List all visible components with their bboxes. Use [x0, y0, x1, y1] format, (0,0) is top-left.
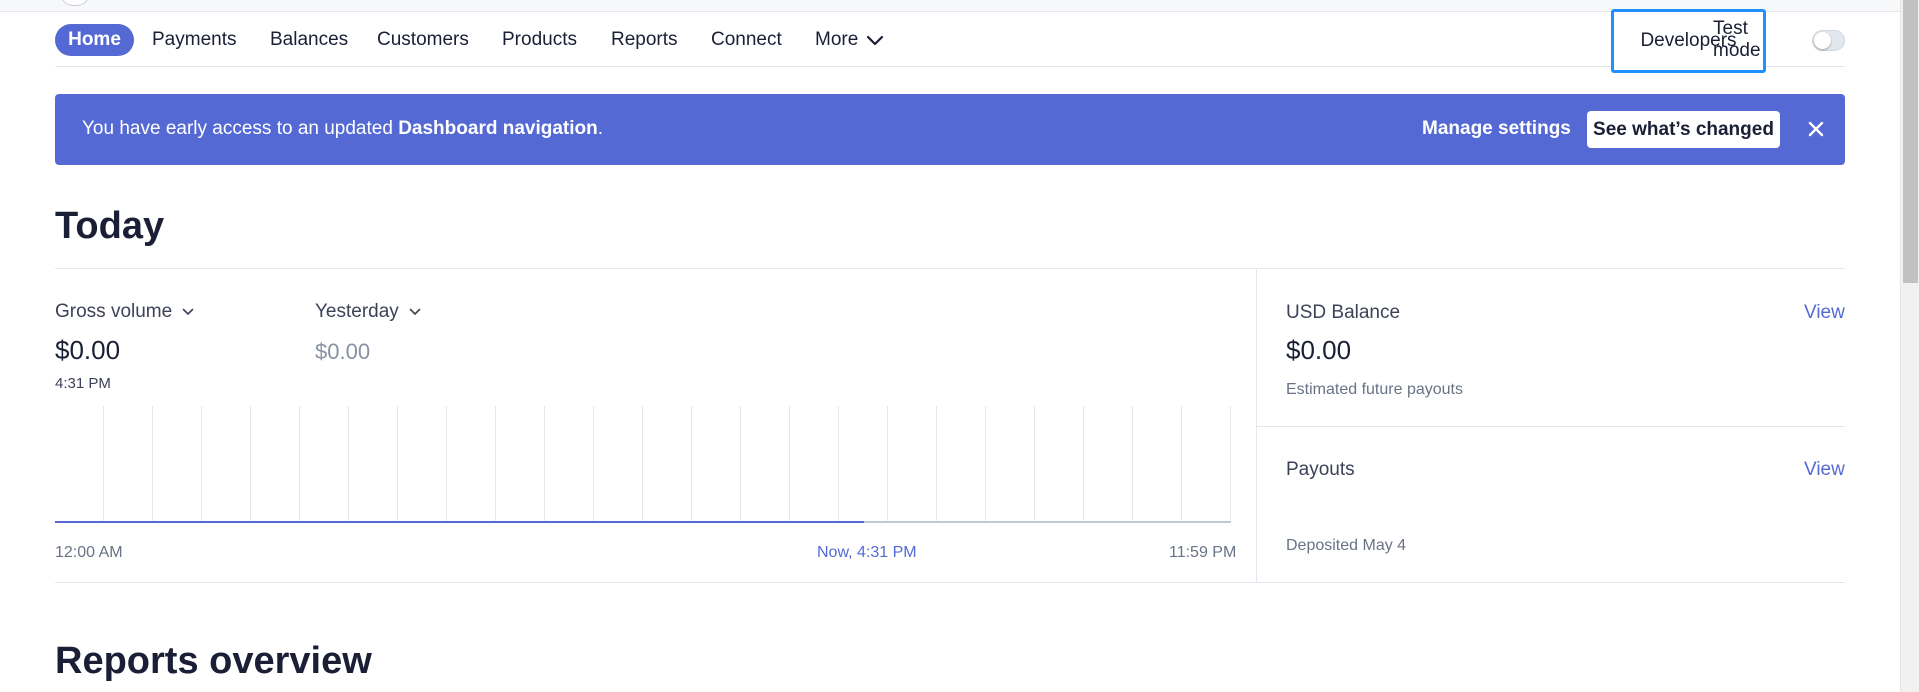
yesterday-value: $0.00	[315, 339, 371, 364]
divider	[55, 582, 1845, 583]
compare-selector-label: Yesterday	[315, 301, 399, 322]
nav-balances[interactable]: Balances	[270, 29, 348, 51]
compare-selector[interactable]: Yesterday	[315, 301, 421, 323]
close-icon[interactable]	[1807, 120, 1825, 138]
chart-axis-end: 11:59 PM	[1169, 544, 1237, 561]
divider	[1256, 426, 1845, 427]
nav-more[interactable]: More	[815, 29, 884, 51]
nav-products[interactable]: Products	[502, 29, 577, 51]
metric-selector-label: Gross volume	[55, 301, 173, 322]
banner-message: You have early access to an updated Dash…	[82, 118, 603, 140]
usd-balance-title: USD Balance	[1286, 302, 1401, 323]
test-mode-label: Test mode	[1713, 18, 1761, 61]
chart-axis-now: Now, 4:31 PM	[817, 544, 917, 561]
nav-customers[interactable]: Customers	[377, 29, 469, 51]
see-whats-changed-button[interactable]: See what’s changed	[1587, 111, 1780, 148]
chevron-down-icon	[867, 35, 884, 46]
payouts-view-link[interactable]: View	[1804, 459, 1845, 481]
usd-balance-subtext: Estimated future payouts	[1286, 381, 1463, 398]
scrollbar[interactable]	[1900, 0, 1919, 692]
dashboard-page: Home Payments Balances Customers Product…	[0, 0, 1919, 692]
scrollbar-thumb[interactable]	[1903, 0, 1918, 283]
account-avatar[interactable]	[62, 0, 88, 6]
reports-overview-heading: Reports overview	[55, 640, 372, 682]
test-mode-toggle[interactable]	[1812, 29, 1845, 51]
nav-reports[interactable]: Reports	[611, 29, 678, 51]
early-access-banner: You have early access to an updated Dash…	[55, 94, 1845, 165]
chevron-down-icon	[182, 308, 194, 315]
gross-volume-time: 4:31 PM	[55, 375, 111, 392]
usd-balance-value: $0.00	[1286, 335, 1352, 365]
test-mode-control[interactable]: Test mode	[1713, 18, 1845, 62]
banner-text-before: You have early access to an updated	[82, 118, 399, 139]
nav-more-label: More	[815, 29, 859, 50]
banner-text-after: .	[597, 118, 604, 139]
metric-selector[interactable]: Gross volume	[55, 301, 194, 323]
nav-home[interactable]: Home	[55, 24, 134, 56]
main-nav: Home Payments Balances Customers Product…	[55, 9, 1845, 73]
nav-payments[interactable]: Payments	[152, 29, 236, 51]
gross-volume-value: $0.00	[55, 335, 121, 365]
payouts-subtext: Deposited May 4	[1286, 537, 1407, 554]
payouts-title: Payouts	[1286, 459, 1355, 480]
manage-settings-link[interactable]: Manage settings	[1422, 118, 1571, 140]
today-heading: Today	[55, 205, 165, 247]
chart-axis-start: 12:00 AM	[55, 544, 123, 561]
toggle-knob	[1814, 31, 1832, 49]
nav-connect[interactable]: Connect	[711, 29, 782, 51]
divider	[55, 268, 1845, 269]
today-chart	[55, 406, 1231, 523]
usd-balance-view-link[interactable]: View	[1804, 302, 1845, 324]
banner-text-bold: Dashboard navigation	[398, 118, 598, 139]
chevron-down-icon	[409, 308, 421, 315]
